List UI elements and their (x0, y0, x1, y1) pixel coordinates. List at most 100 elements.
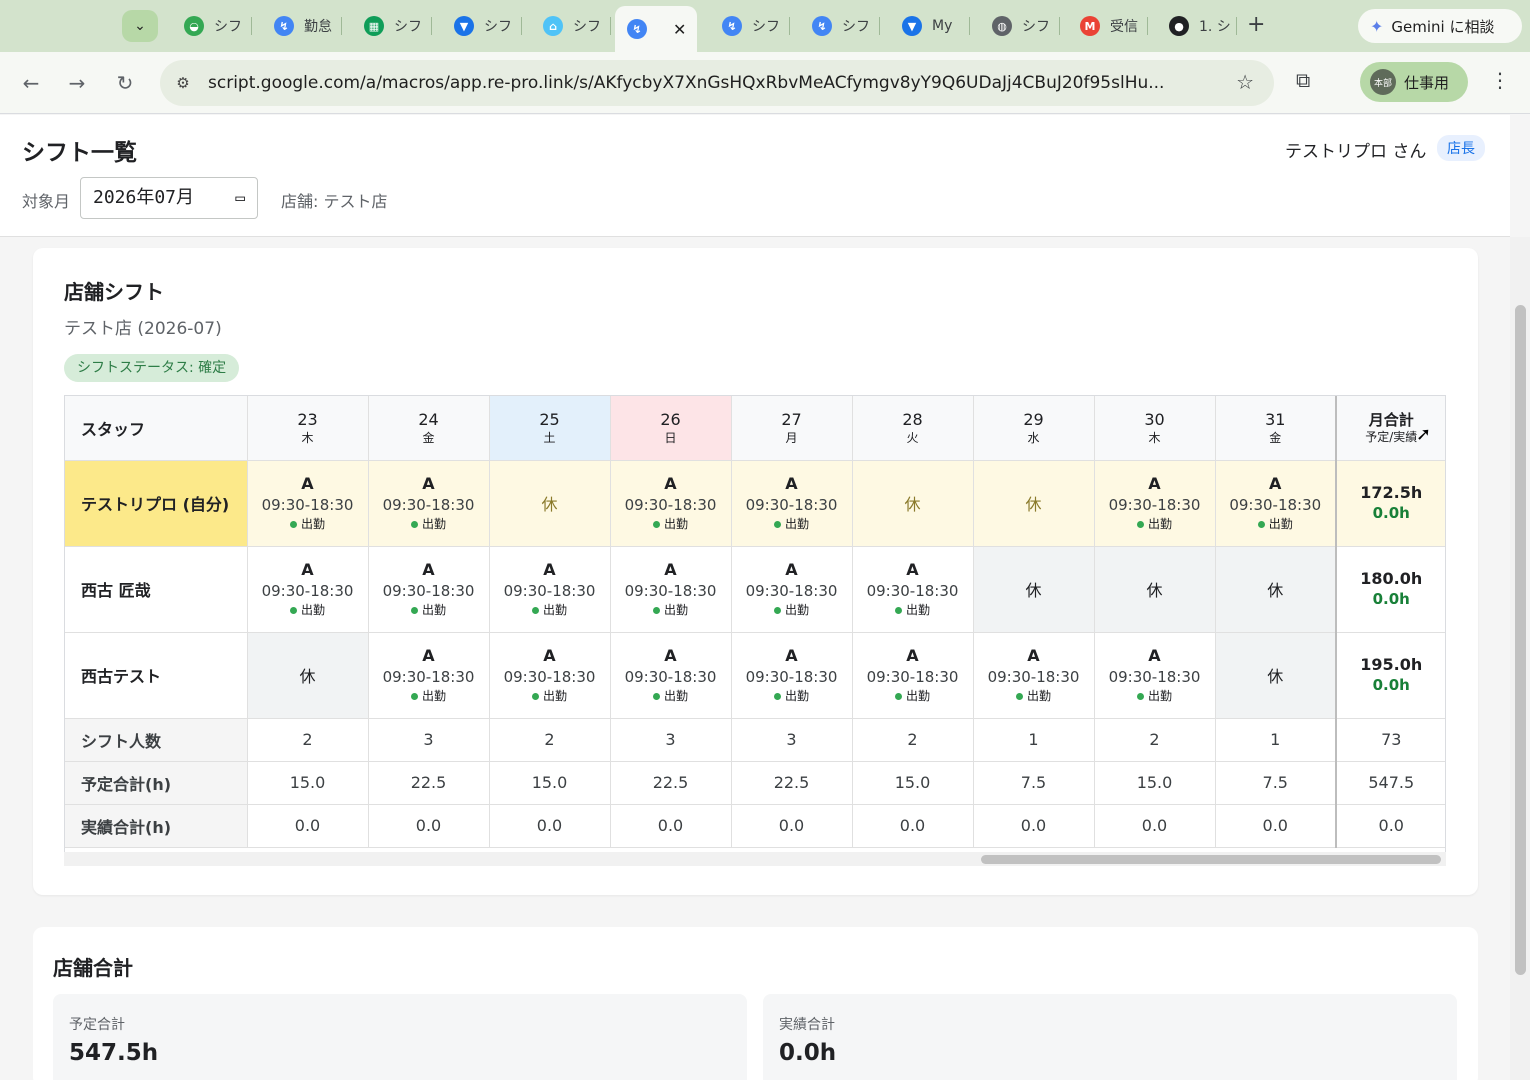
tab-label: 勤怠 (304, 19, 332, 35)
status-dot-icon (773, 521, 781, 528)
shift-cell-off[interactable]: 休 (852, 460, 974, 547)
shift-cell[interactable]: A 09:30-18:30 出勤 (852, 632, 974, 719)
day-number: 27 (781, 409, 802, 429)
shift-cell[interactable]: A 09:30-18:30 出勤 (731, 460, 853, 547)
shift-code: A (664, 560, 677, 579)
bookmark-star-icon[interactable]: ☆ (1236, 70, 1254, 94)
shift-cell[interactable]: A 09:30-18:30 出勤 (610, 546, 732, 633)
summary-value: 0.0 (247, 804, 369, 848)
shift-cell-off[interactable]: 休 (973, 546, 1095, 633)
shift-cell-off[interactable]: 休 (247, 632, 369, 719)
browser-tab[interactable]: ◍ シフ (980, 8, 1060, 44)
browser-tab[interactable]: ● 1. シ (1157, 8, 1237, 44)
shift-cell-off[interactable]: 休 (1215, 546, 1337, 633)
shift-cell-off[interactable]: 休 (489, 460, 611, 547)
shift-cell[interactable]: A 09:30-18:30 出勤 (489, 632, 611, 719)
shift-cell[interactable]: A 09:30-18:30 出勤 (1215, 460, 1337, 547)
browser-tab[interactable]: ▼ My (890, 8, 970, 44)
shift-code: A (664, 474, 677, 493)
attendance-label: 出勤 (784, 603, 809, 617)
shift-time: 09:30-18:30 (987, 668, 1080, 686)
browser-tab[interactable]: ↯ シフ (800, 8, 880, 44)
browser-tab[interactable]: M 受信 (1068, 8, 1148, 44)
shift-cell[interactable]: A 09:30-18:30 出勤 (610, 460, 732, 547)
url-text[interactable]: script.google.com/a/macros/app.re-pro.li… (208, 60, 1218, 106)
calendar-icon[interactable]: ▭ (235, 178, 245, 218)
shift-cell[interactable]: A 09:30-18:30 出勤 (731, 632, 853, 719)
reload-button[interactable]: ↻ (110, 68, 140, 98)
browser-tab[interactable]: ↯ 勤怠 (262, 8, 342, 44)
day-number: 25 (539, 409, 560, 429)
shift-time: 09:30-18:30 (1108, 668, 1201, 686)
shift-cell[interactable]: A 09:30-18:30 出勤 (247, 460, 369, 547)
attendance-status: 出勤 (1095, 516, 1215, 532)
apps-script-icon: ↯ (627, 19, 647, 39)
tab-label: シフ (394, 19, 422, 35)
shift-cell-off[interactable]: 休 (973, 460, 1095, 547)
day-column-header: 24 金 (368, 396, 490, 461)
attendance-label: 出勤 (663, 517, 688, 531)
shift-cell[interactable]: A 09:30-18:30 出勤 (731, 546, 853, 633)
day-weekday: 土 (543, 430, 556, 445)
shift-cell-off[interactable]: 休 (1094, 546, 1216, 633)
tab-strip: ⌄ ◒ シフ ↯ 勤怠 ▦ シフ ▼ シフ ⌂ シフ ↯ ✕ ↯ シフ ↯ シフ ▼ My ◍ シフ M 受信 ● 1. シ … (0, 0, 1530, 52)
forward-button[interactable]: → (62, 68, 92, 98)
profile-button[interactable]: 本部 仕事用 (1360, 62, 1468, 102)
shift-code: A (422, 560, 435, 579)
browser-tab[interactable]: ⌂ シフ (531, 8, 611, 44)
tab-divider (610, 17, 611, 35)
summary-value: 0.0 (610, 804, 732, 848)
shift-cell[interactable]: A 09:30-18:30 出勤 (610, 632, 732, 719)
shift-cell[interactable]: A 09:30-18:30 出勤 (368, 460, 490, 547)
new-tab-button[interactable]: + (1247, 12, 1265, 38)
shift-cell[interactable]: A 09:30-18:30 出勤 (1094, 460, 1216, 547)
status-dot-icon (410, 521, 418, 528)
day-weekday: 木 (1148, 430, 1161, 445)
attendance-status: 出勤 (732, 516, 852, 532)
shift-cell-off[interactable]: 休 (1215, 632, 1337, 719)
browser-tab[interactable]: ↯ シフ (710, 8, 790, 44)
status-dot-icon (1257, 521, 1265, 528)
shift-cell[interactable]: A 09:30-18:30 出勤 (1094, 632, 1216, 719)
back-button[interactable]: ← (16, 68, 46, 98)
staff-name: 西古テスト (65, 632, 248, 719)
shift-cell[interactable]: A 09:30-18:30 出勤 (489, 546, 611, 633)
status-dot-icon (652, 693, 660, 700)
table-hscrollbar-thumb[interactable] (981, 855, 1441, 864)
shift-time: 09:30-18:30 (503, 668, 596, 686)
browser-tab[interactable]: ▼ シフ (442, 8, 522, 44)
address-bar[interactable]: ⚙ script.google.com/a/macros/app.re-pro.… (160, 60, 1274, 106)
attendance-label: 出勤 (542, 689, 567, 703)
shift-cell[interactable]: A 09:30-18:30 出勤 (368, 632, 490, 719)
shift-code: A (1269, 474, 1282, 493)
mouse-cursor-icon: ➚ (1416, 424, 1432, 445)
attendance-label: 出勤 (784, 517, 809, 531)
shift-code: A (422, 474, 435, 493)
shift-code: A (543, 560, 556, 579)
gemini-button[interactable]: ✦ Gemini に相談 (1358, 9, 1522, 43)
day-number: 30 (1144, 409, 1165, 429)
attendance-status: 出勤 (732, 688, 852, 704)
staff-name: テストリプロ (自分) (65, 460, 248, 547)
shift-cell[interactable]: A 09:30-18:30 出勤 (368, 546, 490, 633)
planned-total-label: 予定合計 (69, 1017, 125, 1033)
browser-tab[interactable]: ▦ シフ (352, 8, 432, 44)
page-scrollbar-thumb[interactable] (1515, 305, 1526, 975)
browser-tab[interactable]: ↯ ✕ (615, 6, 697, 52)
site-settings-icon[interactable]: ⚙ (172, 72, 194, 94)
shift-cell[interactable]: A 09:30-18:30 出勤 (852, 546, 974, 633)
browser-menu-icon[interactable]: ⋮ (1490, 68, 1510, 92)
tab-search-button[interactable]: ⌄ (122, 10, 158, 42)
actual-total-label: 実績合計 (779, 1017, 835, 1033)
month-input[interactable]: 2026年07月 ▭ (80, 177, 258, 219)
day-weekday: 火 (906, 430, 919, 445)
shift-cell[interactable]: A 09:30-18:30 出勤 (247, 546, 369, 633)
browser-tab[interactable]: ◒ シフ (172, 8, 252, 44)
shift-time: 09:30-18:30 (745, 582, 838, 600)
attendance-status: 出勤 (1095, 688, 1215, 704)
extensions-puzzle-icon[interactable]: ⧉ (1296, 68, 1310, 92)
staff-name: 西古 匠哉 (65, 546, 248, 633)
store-label: 店舗: テスト店 (281, 192, 388, 211)
close-tab-icon[interactable]: ✕ (673, 20, 686, 39)
shift-cell[interactable]: A 09:30-18:30 出勤 (973, 632, 1095, 719)
